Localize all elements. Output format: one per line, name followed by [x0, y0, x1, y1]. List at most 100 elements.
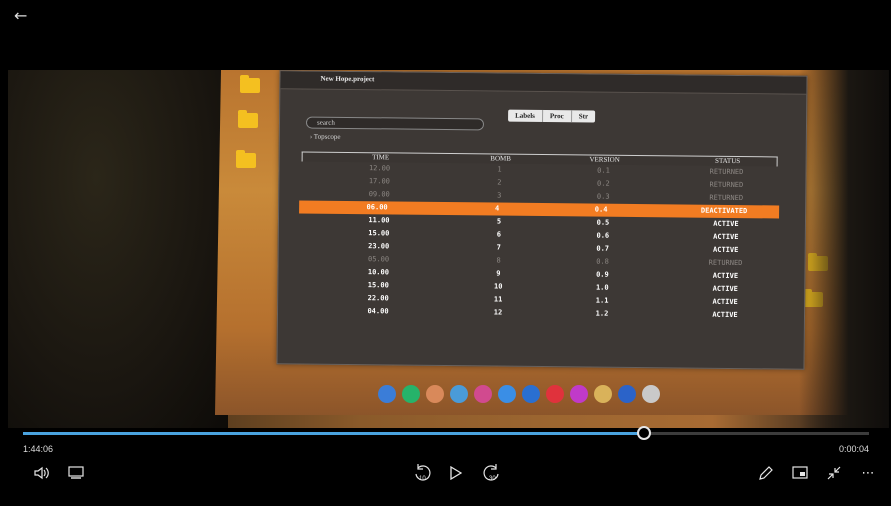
cell-version: 1.1 — [595, 296, 609, 305]
cell-time: 23.00 — [368, 242, 390, 251]
miniplayer-icon — [792, 466, 808, 479]
cell-time: 11.00 — [368, 216, 390, 225]
play-icon — [450, 466, 462, 480]
cell-time: 12.00 — [368, 164, 391, 173]
cell-version: 0.3 — [596, 192, 610, 201]
cell-status: ACTIVE — [712, 245, 739, 255]
taskbar-dock — [378, 383, 660, 405]
cell-bomb: 10 — [494, 282, 503, 291]
dock-app-icon — [450, 385, 468, 403]
column-header-status: STATUS — [715, 156, 741, 166]
cell-bomb: 2 — [497, 178, 502, 187]
app-tab-bar: Labels Proc Str — [508, 109, 596, 123]
cell-bomb: 3 — [497, 191, 502, 200]
desktop-folder-icon — [236, 150, 256, 168]
tab-proc: Proc — [542, 110, 572, 123]
column-header-time: TIME — [372, 153, 390, 162]
exit-fullscreen-button[interactable] — [824, 462, 844, 484]
cell-bomb: 4 — [494, 204, 500, 213]
time-remaining: 0:00:04 — [838, 444, 869, 454]
app-window: New Hope.project Labels Proc Str search … — [276, 70, 808, 370]
cell-time: 15.00 — [368, 229, 390, 238]
dock-app-icon — [618, 385, 636, 403]
cell-time: 10.00 — [367, 268, 390, 277]
cell-status: RETURNED — [708, 258, 743, 268]
table-body: 12.00 1 0.1 RETURNED 17.00 2 0.2 RETURNED 09.00 3… — [299, 161, 780, 322]
desktop-folder-icon — [240, 75, 260, 93]
cell-time: 22.00 — [367, 294, 389, 303]
cell-bomb: 5 — [496, 217, 502, 226]
dock-app-icon — [402, 385, 420, 403]
cell-status: ACTIVE — [712, 297, 738, 307]
app-search-field: search — [305, 116, 485, 131]
cell-bomb: 8 — [496, 256, 501, 265]
cell-version: 0.7 — [596, 244, 610, 253]
desktop-folder-icon — [803, 289, 823, 307]
captions-button[interactable] — [66, 462, 86, 484]
edit-button[interactable] — [756, 462, 776, 484]
pencil-icon — [759, 466, 773, 480]
dock-app-icon — [378, 385, 396, 403]
speaker-icon — [34, 466, 49, 480]
dock-app-icon — [522, 385, 540, 403]
cell-status: ACTIVE — [713, 232, 739, 242]
cell-version: 0.6 — [596, 231, 610, 240]
cell-bomb: 11 — [493, 295, 503, 304]
app-titlebar: New Hope.project — [280, 71, 807, 95]
dock-app-icon — [474, 385, 492, 403]
dock-app-icon — [642, 385, 660, 403]
tree-chevron-icon: › — [309, 132, 313, 141]
time-elapsed: 1:44:06 — [23, 444, 54, 454]
cell-bomb: 7 — [496, 243, 501, 252]
cell-version: 0.2 — [597, 179, 610, 188]
dock-app-icon — [498, 385, 516, 403]
cell-status: ACTIVE — [712, 271, 739, 281]
more-button[interactable]: ⋯ — [858, 462, 878, 484]
cell-version: 0.4 — [594, 205, 608, 214]
cell-status: RETURNED — [709, 167, 744, 177]
cell-status: ACTIVE — [713, 219, 739, 229]
dock-app-icon — [546, 385, 564, 403]
cell-bomb: 6 — [496, 230, 501, 239]
tree-item-label: Topscope — [313, 132, 341, 141]
skip-forward-icon: 30 — [483, 464, 499, 482]
bomb-table: TIME BOMB VERSION STATUS 12.00 1 0.1 RETURN… — [299, 151, 780, 322]
column-header-version: VERSION — [589, 155, 620, 164]
skip-forward-button[interactable]: 30 — [480, 462, 504, 484]
cell-version: 0.8 — [596, 257, 609, 266]
play-button[interactable] — [446, 462, 466, 484]
cell-time: 17.00 — [368, 177, 390, 186]
cell-time: 15.00 — [367, 281, 389, 290]
more-icon: ⋯ — [861, 465, 875, 481]
skip-back-button[interactable]: 10 — [410, 462, 434, 484]
cell-bomb: 1 — [497, 165, 502, 174]
cell-version: 1.2 — [595, 309, 609, 318]
cell-status: ACTIVE — [712, 284, 738, 294]
dock-app-icon — [594, 385, 612, 403]
seek-thumb[interactable] — [636, 426, 651, 440]
cell-status: RETURNED — [709, 193, 744, 203]
desktop-folder-icon — [238, 110, 258, 128]
red-indicator-light — [858, 355, 862, 365]
app-title: New Hope.project — [320, 74, 375, 84]
seek-bar[interactable] — [23, 426, 869, 440]
cell-bomb: 9 — [496, 269, 501, 278]
captions-icon — [68, 466, 84, 479]
tab-labels: Labels — [508, 109, 543, 123]
cell-time: 06.00 — [366, 203, 388, 212]
cell-version: 0.5 — [596, 218, 610, 227]
desktop-folder-icon — [808, 253, 828, 271]
cell-time: 09.00 — [368, 190, 390, 199]
volume-button[interactable] — [32, 462, 52, 484]
miniplayer-button[interactable] — [790, 462, 810, 484]
dock-app-icon — [570, 385, 588, 403]
skip-forward-label: 30 — [489, 476, 496, 482]
tab-str: Str — [578, 112, 589, 121]
cell-time: 04.00 — [367, 307, 389, 316]
back-button[interactable]: ← — [14, 6, 38, 28]
cell-version: 0.9 — [596, 270, 609, 279]
tree-item: › Topscope — [310, 133, 341, 141]
skip-back-icon: 10 — [415, 464, 431, 482]
cell-status: RETURNED — [709, 180, 744, 190]
dock-app-icon — [426, 385, 444, 403]
